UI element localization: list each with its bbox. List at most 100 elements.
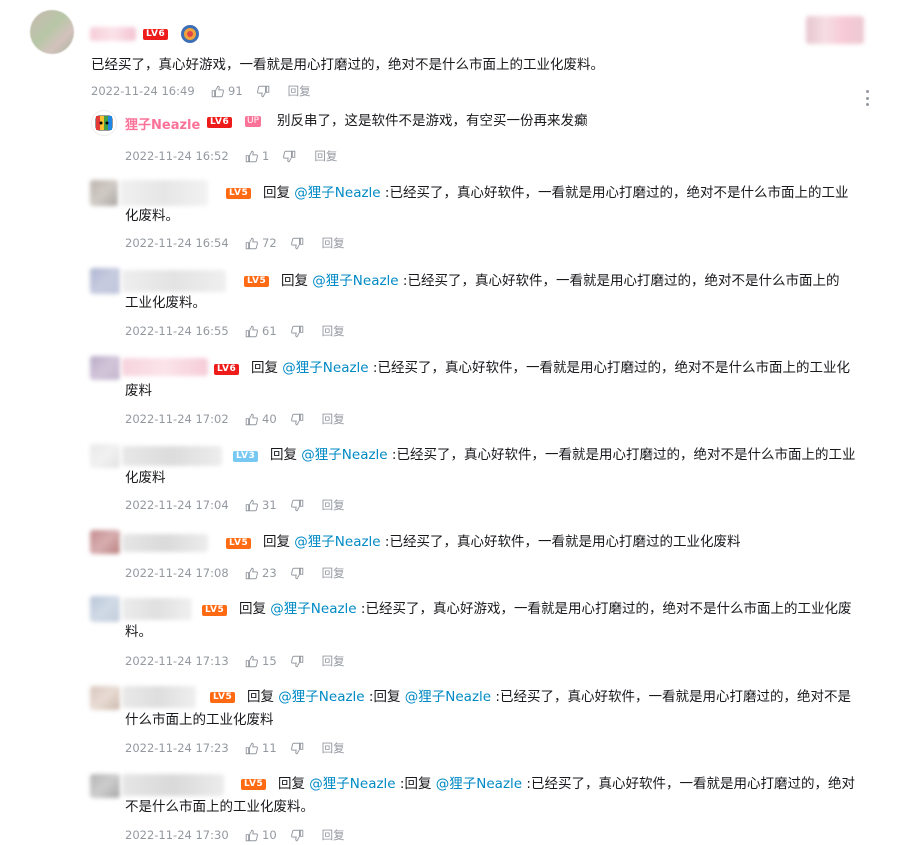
dislike-button[interactable] [290, 237, 304, 250]
username-blurred[interactable] [122, 534, 208, 552]
reply-time: 2022-11-24 17:13 [125, 654, 229, 668]
mention-link[interactable]: @狸子Neazle [301, 447, 387, 463]
dislike-button[interactable] [283, 150, 296, 163]
up-badge: UP [245, 116, 262, 127]
like-button[interactable]: 10 [245, 828, 277, 842]
mention-link[interactable]: @狸子Neazle [312, 273, 398, 289]
avatar[interactable] [90, 356, 120, 380]
reply-prefix: 回复 [281, 273, 308, 289]
username-blurred[interactable] [122, 270, 226, 292]
reply-button[interactable]: 回复 [322, 653, 345, 669]
reply-body: :已经买了，真心好软件，一看就是用心打磨过的工业化废料 [384, 534, 741, 550]
username-blurred[interactable] [120, 180, 208, 206]
mention-link[interactable]: @狸子Neazle [294, 185, 380, 201]
thumb-down-icon [290, 325, 303, 337]
reply-prefix: 回复 [270, 447, 297, 463]
like-button[interactable]: 23 [245, 566, 277, 580]
more-vertical-icon[interactable] [862, 90, 872, 106]
thumb-up-icon [245, 413, 258, 426]
up-username[interactable]: 狸子Neazle [125, 114, 200, 133]
reply-body: :已经买了，真心好游戏，一看就是用心打磨过的，绝对不是什么市面上的工业化废 [360, 601, 852, 617]
reply-meta: 2022-11-24 17:23 11 回复 [125, 740, 345, 756]
avatar[interactable] [90, 686, 120, 710]
reply-button[interactable]: 回复 [322, 565, 345, 581]
reply-text-continued: 料。 [125, 624, 152, 640]
like-button[interactable]: 72 [245, 236, 277, 250]
reply-text-continued: 化废料。 [125, 208, 179, 224]
reply-button[interactable]: 回复 [322, 411, 345, 427]
username-blurred[interactable] [122, 774, 224, 796]
dislike-button[interactable] [290, 742, 304, 755]
username-blurred[interactable] [122, 686, 196, 708]
reply-button[interactable]: 回复 [322, 323, 345, 339]
thumb-down-icon [256, 85, 269, 97]
level-badge: LV6 [207, 117, 233, 128]
username-blurred[interactable] [122, 358, 208, 376]
reply-text-continued: 化废料 [125, 470, 166, 486]
like-count: 72 [262, 236, 277, 250]
reply-button[interactable]: 回复 [322, 497, 345, 513]
fan-medal-icon [180, 24, 200, 44]
like-button[interactable]: 91 [211, 84, 243, 98]
like-button[interactable]: 11 [245, 741, 277, 755]
mention-link[interactable]: @狸子Neazle [309, 776, 395, 792]
thumb-up-icon [245, 150, 258, 163]
avatar[interactable] [90, 444, 120, 468]
reply-time: 2022-11-24 17:04 [125, 498, 229, 512]
reply-meta: 2022-11-24 16:54 72 回复 [125, 235, 345, 251]
reply-time: 2022-11-24 16:55 [125, 324, 229, 338]
level-badge: LV6 [143, 29, 169, 40]
avatar[interactable] [90, 180, 118, 206]
like-button[interactable]: 1 [245, 149, 269, 163]
thumb-down-icon [290, 829, 303, 841]
dislike-button[interactable] [290, 325, 304, 338]
reply-text-continued: 什么市面上的工业化废料 [125, 712, 274, 728]
comment-time: 2022-11-24 16:49 [91, 84, 195, 98]
reply-meta: 2022-11-24 17:02 40 回复 [125, 411, 345, 427]
reply-time: 2022-11-24 16:54 [125, 236, 229, 250]
reply-text: 回复 @狸子Neazle :已经买了，真心好软件，一看就是用心打磨过的，绝对不是… [251, 357, 881, 379]
mention-link[interactable]: @狸子Neazle [282, 360, 368, 376]
thumb-up-icon [245, 325, 258, 338]
reply-text: 回复 @狸子Neazle :已经买了，真心好软件，一看就是用心打磨过的，绝对不是… [270, 444, 882, 466]
reply-prefix: 回复 [263, 185, 290, 201]
reply-text-continued: 废料 [125, 383, 152, 399]
like-button[interactable]: 61 [245, 324, 277, 338]
avatar[interactable] [90, 596, 120, 622]
reply-meta: 2022-11-24 17:04 31 回复 [125, 497, 345, 513]
reply-button[interactable]: 回复 [288, 83, 311, 99]
reply-button[interactable]: 回复 [314, 148, 337, 164]
comment-meta: 2022-11-24 16:49 91 回复 [91, 83, 311, 99]
mention-link[interactable]: @狸子Neazle [405, 689, 491, 705]
thumb-down-icon [290, 413, 303, 425]
like-count: 61 [262, 324, 277, 338]
dislike-button[interactable] [290, 655, 304, 668]
like-button[interactable]: 31 [245, 498, 277, 512]
dislike-button[interactable] [290, 499, 304, 512]
dislike-button[interactable] [290, 829, 304, 842]
reply-button[interactable]: 回复 [322, 740, 345, 756]
dislike-button[interactable] [256, 85, 270, 98]
avatar[interactable] [90, 774, 120, 798]
mention-link[interactable]: @狸子Neazle [436, 776, 522, 792]
avatar[interactable] [30, 10, 74, 54]
username-blurred[interactable] [122, 598, 192, 620]
mention-link[interactable]: @狸子Neazle [278, 689, 364, 705]
reply-button[interactable]: 回复 [322, 827, 345, 843]
mention-link[interactable]: @狸子Neazle [294, 534, 380, 550]
avatar[interactable] [90, 530, 120, 554]
decoration-blurred [806, 16, 864, 44]
username-blurred[interactable] [90, 27, 136, 41]
like-button[interactable]: 15 [245, 654, 277, 668]
dislike-button[interactable] [290, 567, 304, 580]
reply-button[interactable]: 回复 [322, 235, 345, 251]
level-badge: LV5 [244, 276, 270, 287]
reply-text: 回复 @狸子Neazle :已经买了，真心好软件，一看就是用心打磨过的，绝对不是… [281, 270, 881, 292]
username-blurred[interactable] [122, 446, 222, 466]
dislike-button[interactable] [290, 413, 304, 426]
like-button[interactable]: 40 [245, 412, 277, 426]
mention-link[interactable]: @狸子Neazle [270, 601, 356, 617]
reply-meta: 2022-11-24 17:13 15 回复 [125, 653, 345, 669]
up-avatar[interactable] [91, 110, 117, 136]
avatar[interactable] [90, 268, 120, 294]
